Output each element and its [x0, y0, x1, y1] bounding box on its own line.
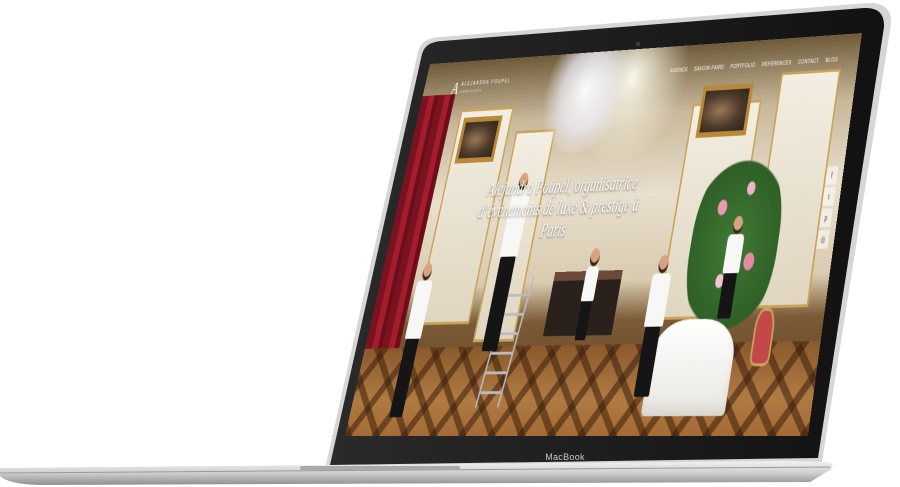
facebook-icon[interactable]: f — [824, 166, 839, 185]
camera-icon — [635, 41, 641, 47]
twitter-icon[interactable]: t — [822, 187, 836, 207]
main-menu: AGENCE SAVOIR-FAIRE PORTFOLIO RÉFÉRENCES… — [670, 55, 839, 74]
hero-title: Alejandra Poupel, organisatrice d’événem… — [476, 171, 641, 242]
painting-right — [695, 82, 754, 139]
laptop-base — [0, 461, 833, 485]
logo-name: ALEJANDRA POUPEL — [460, 78, 512, 88]
menu-item-references[interactable]: RÉFÉRENCES — [761, 58, 792, 68]
menu-item-agence[interactable]: AGENCE — [670, 65, 689, 74]
instagram-icon[interactable]: ◎ — [816, 229, 830, 249]
pinterest-icon[interactable]: p — [819, 208, 833, 228]
macbook-label: MacBook — [545, 452, 585, 462]
menu-item-savoir-faire[interactable]: SAVOIR-FAIRE — [693, 63, 724, 73]
website-screen: A ALEJANDRA POUPEL LUXURY EVENTS AGENCE … — [344, 32, 862, 436]
menu-item-blog[interactable]: BLOG — [825, 55, 838, 64]
logo-tagline: LUXURY EVENTS — [459, 88, 482, 94]
menu-item-contact[interactable]: CONTACT — [797, 56, 819, 65]
menu-item-portfolio[interactable]: PORTFOLIO — [730, 61, 756, 70]
hinge-notch — [300, 466, 460, 470]
logo-mark: A — [449, 77, 461, 99]
